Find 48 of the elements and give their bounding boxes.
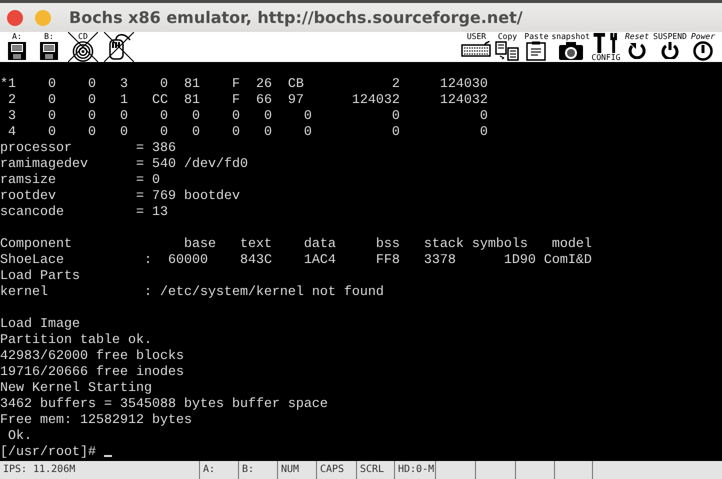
reset-icon — [628, 41, 646, 59]
power-icon — [661, 41, 679, 59]
console-line: ramsize = 0 — [0, 173, 161, 189]
window-title: Bochs x86 emulator, http://bochs.sourceforge.net/ — [69, 8, 523, 27]
console-line: Component base text data bss stack symbols model — [0, 237, 593, 253]
console-line: 3462 buffers = 3545088 bytes buffer space — [0, 397, 329, 413]
status-text: A: — [203, 464, 216, 475]
keyboard-icon — [461, 41, 492, 57]
console-line: scancode = 13 — [0, 205, 169, 221]
console-line: *1 0 0 3 0 81 F 26 CB 2 124030 — [0, 77, 489, 93]
status-text: IPS: 11.206M — [3, 464, 76, 475]
console-line: 19716/20666 free inodes — [0, 365, 185, 381]
console-line: kernel : /etc/system/kernel not found — [0, 285, 385, 301]
console-line: processor = 386 — [0, 141, 177, 157]
power-button[interactable]: Power — [688, 32, 718, 62]
console-line: Load Image — [0, 317, 81, 333]
text-cursor — [104, 455, 112, 457]
console-line: Partition table ok. — [0, 333, 153, 349]
console-line: Load Parts — [0, 269, 81, 285]
console-line: New Kernel Starting — [0, 381, 153, 397]
status-text: HD:0-M — [398, 464, 434, 475]
console-line: Ok. — [6, 429, 33, 445]
console-line: 42983/62000 free blocks — [0, 349, 185, 365]
snapshot-button[interactable]: snapshot — [551, 32, 590, 62]
floppy-button[interactable]: A: — [4, 32, 30, 62]
status-text: SCRL — [360, 464, 384, 475]
status-text: B: — [242, 464, 254, 475]
console-line: rootdev = 769 bootdev — [0, 189, 241, 205]
cd-button[interactable]: CD — [68, 32, 98, 62]
floppy-button[interactable]: B: — [36, 32, 62, 62]
wrench-icon — [592, 32, 620, 53]
close-button[interactable] — [7, 10, 23, 26]
console-line: ramimagedev = 540 /dev/fd0 — [0, 157, 249, 173]
console-line: 3 0 0 0 0 0 0 0 0 0 0 — [6, 109, 489, 125]
console-line: 4 0 0 0 0 0 0 0 0 0 0 — [6, 125, 489, 141]
shell-prompt: [/usr/root]# — [0, 445, 97, 460]
mouse-button[interactable] — [104, 32, 134, 62]
console-line: Free mem: 12582912 bytes — [0, 413, 193, 429]
reset-button[interactable]: Reset — [622, 32, 652, 62]
status-text: NUM — [281, 464, 300, 475]
user-button[interactable]: USER — [460, 32, 492, 62]
suspend-button[interactable]: SUSPEND — [653, 32, 687, 62]
console-line: ShoeLace : 60000 843C 1AC4 FF8 3378 1D90 ComI&D — [0, 253, 593, 269]
console-line: 2 0 0 1 CC 81 F 66 97 124032 124032 — [6, 93, 489, 109]
config-button[interactable]: CONFIG — [591, 32, 621, 62]
status-text: CAPS — [320, 464, 344, 475]
copy-button[interactable]: Copy — [493, 32, 522, 62]
paste-button[interactable]: Paste — [522, 32, 550, 62]
